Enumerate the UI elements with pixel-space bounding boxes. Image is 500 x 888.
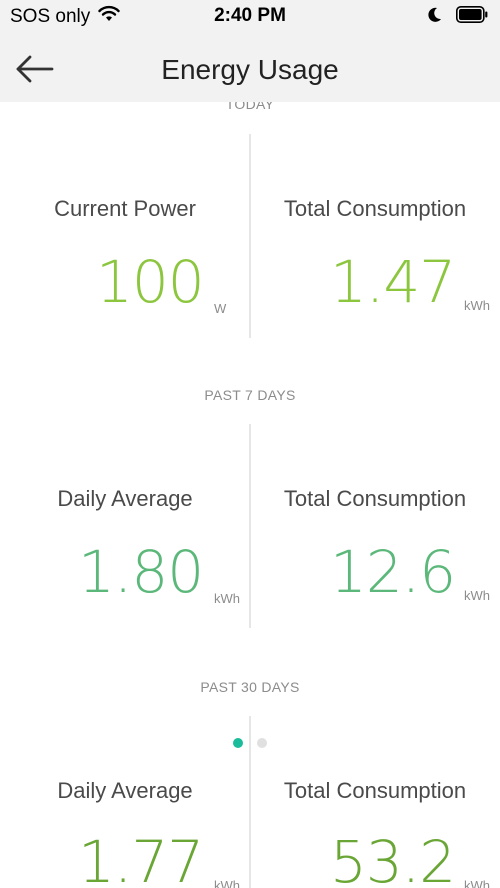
current-power-title: Current Power xyxy=(54,196,196,221)
past7-total-unit: kWh xyxy=(464,588,490,603)
today-total-value: 1.47 xyxy=(330,248,456,316)
battery-icon xyxy=(456,6,488,28)
page-dot-2[interactable] xyxy=(257,738,267,748)
energy-content[interactable]: TODAY Current Power 100 W Total Consumpt… xyxy=(0,102,500,888)
past7-total-title: Total Consumption xyxy=(283,486,467,511)
section-label-today: TODAY xyxy=(225,102,275,112)
past7-average-value: 1.80 xyxy=(78,538,204,606)
past30-average-value: 1.77 xyxy=(78,828,204,888)
past30-total-value: 53.2 xyxy=(330,828,456,888)
past7-average-title: Daily Average xyxy=(57,486,193,511)
status-time: 2:40 PM xyxy=(214,5,286,26)
past7-average-unit: kWh xyxy=(214,591,240,606)
nav-header: Energy Usage xyxy=(0,36,500,102)
past7-total-value: 12.6 xyxy=(330,538,456,606)
today-total-title: Total Consumption xyxy=(283,196,467,221)
page-indicator[interactable] xyxy=(0,738,500,748)
page-title: Energy Usage xyxy=(161,54,339,85)
moon-icon xyxy=(428,7,442,28)
section-label-past30: PAST 30 DAYS xyxy=(200,679,300,695)
past30-total-title: Total Consumption xyxy=(283,778,467,803)
section-label-past7: PAST 7 DAYS xyxy=(204,387,296,403)
past30-average-title: Daily Average xyxy=(57,778,193,803)
divider-today xyxy=(249,134,251,338)
status-bar: SOS only 2:40 PM xyxy=(0,0,500,36)
page-dot-1[interactable] xyxy=(233,738,243,748)
current-power-unit: W xyxy=(214,301,227,316)
current-power-value: 100 xyxy=(96,248,205,316)
past30-average-unit: kWh xyxy=(214,878,240,888)
past30-total-unit: kWh xyxy=(464,878,490,888)
today-total-unit: kWh xyxy=(464,298,490,313)
status-right xyxy=(428,6,488,28)
divider-past7 xyxy=(249,424,251,628)
